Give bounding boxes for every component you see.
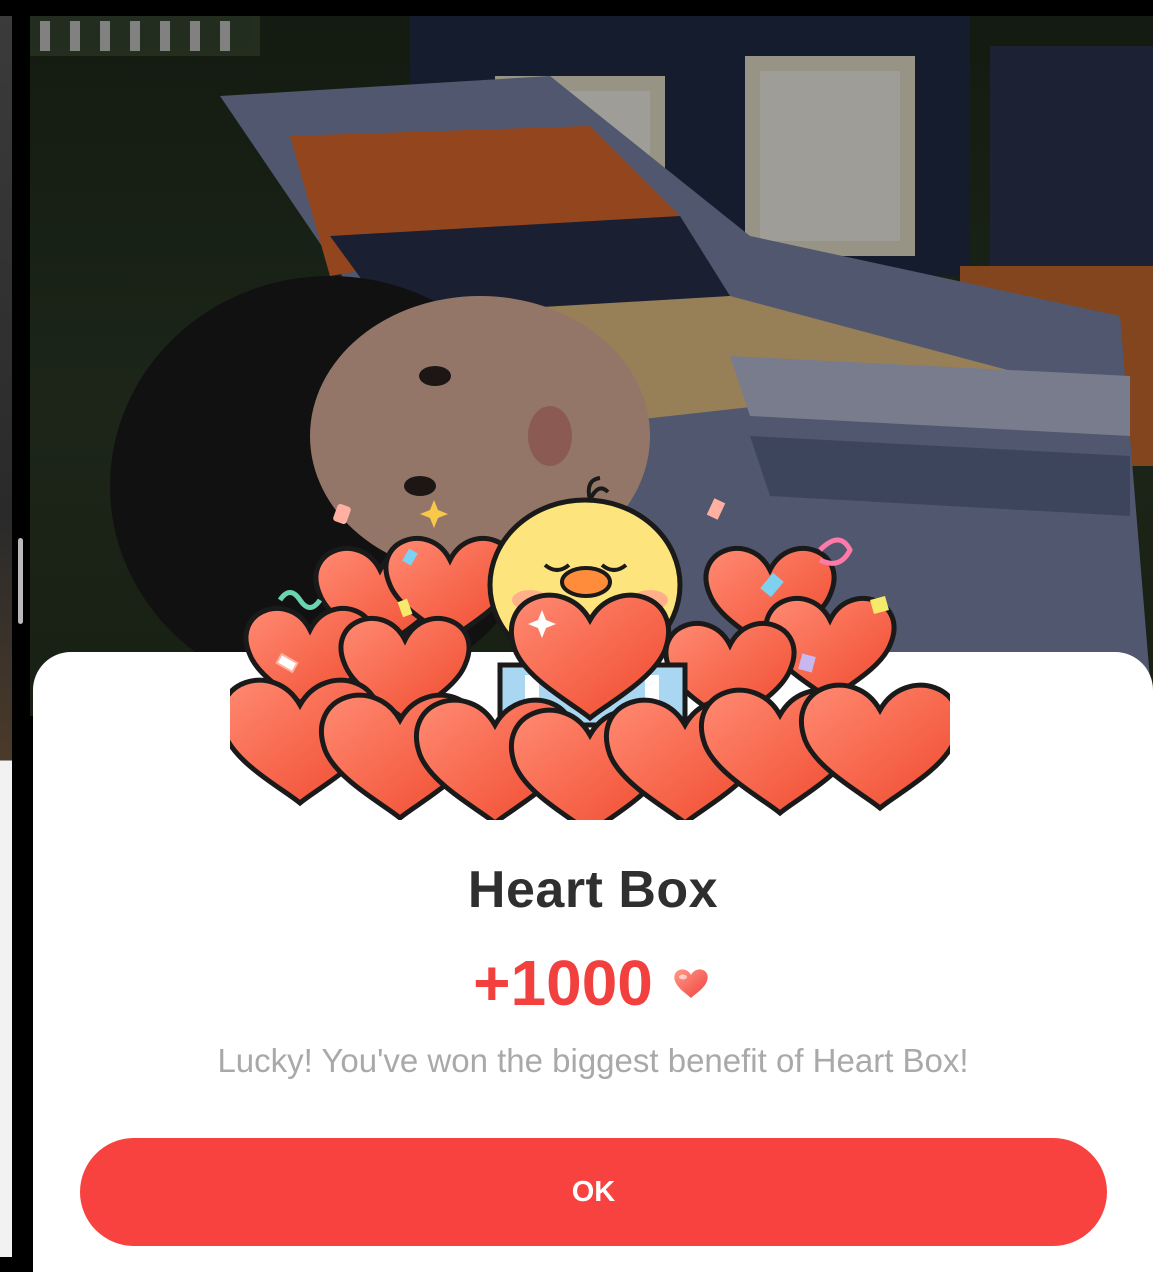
reward-amount: +1000 bbox=[473, 947, 653, 1019]
reward-message: Lucky! You've won the biggest benefit of… bbox=[217, 1042, 969, 1079]
status-strip bbox=[0, 0, 1153, 16]
reward-amount-row: +1000 bbox=[33, 946, 1153, 1020]
previous-card-peek[interactable] bbox=[0, 16, 12, 1257]
scroll-indicator[interactable] bbox=[18, 538, 23, 624]
heart-icon bbox=[674, 969, 708, 998]
heart-box-illustration bbox=[230, 476, 950, 820]
modal-title: Heart Box bbox=[467, 861, 719, 919]
ok-button[interactable]: OK bbox=[80, 1138, 1107, 1246]
